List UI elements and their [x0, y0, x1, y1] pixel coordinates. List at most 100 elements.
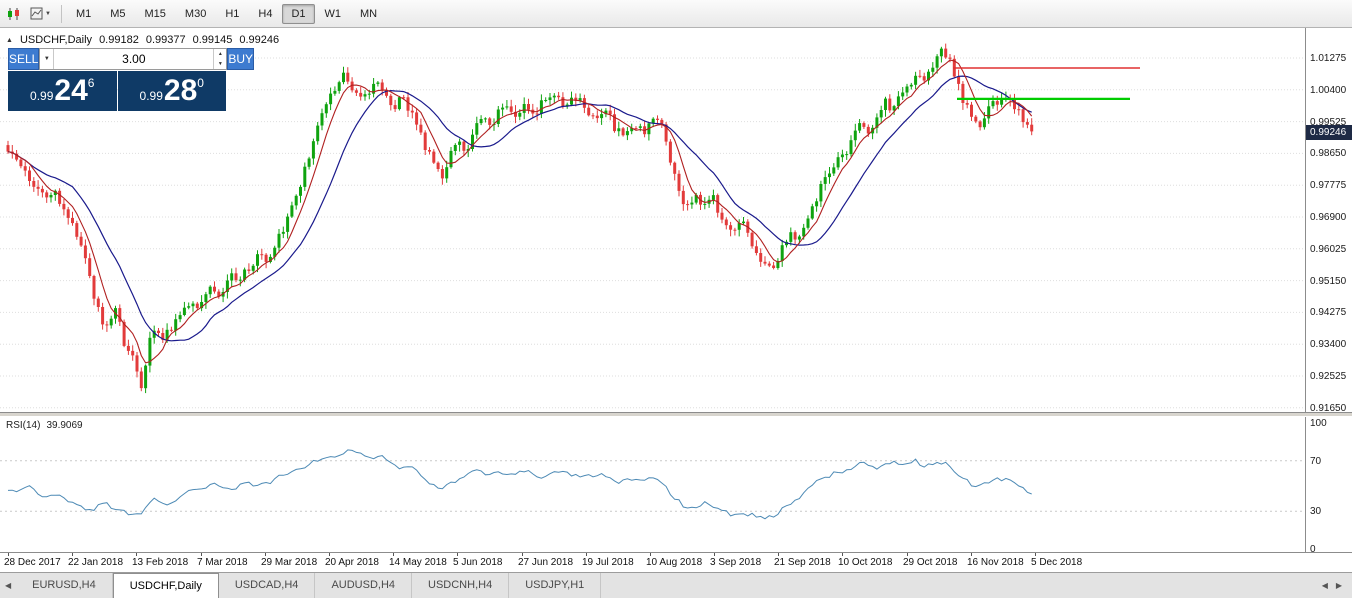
date-label: 22 Jan 2018 — [68, 557, 123, 568]
sell-price-pips: 24 — [54, 73, 87, 109]
volume-up-icon[interactable]: ▲ — [214, 49, 226, 59]
one-click-trading-panel: SELL ▼ ▲ ▼ BUY 0.99 24 6 0 — [8, 48, 226, 111]
price-tick-label: 1.01275 — [1310, 53, 1346, 64]
rsi-indicator-name: RSI(14) — [6, 420, 40, 431]
price-tick-label: 0.92525 — [1310, 371, 1346, 382]
date-label: 14 May 2018 — [389, 557, 447, 568]
date-axis[interactable]: 28 Dec 2017 22 Jan 2018 13 Feb 2018 7 Mar 2… — [0, 552, 1352, 572]
chart-style-icon[interactable]: ▼ — [26, 2, 55, 26]
rsi-indicator-canvas[interactable] — [0, 417, 1305, 552]
date-tick — [842, 553, 843, 556]
date-label: 20 Apr 2018 — [325, 557, 379, 568]
caret-down-icon: ▼ — [45, 11, 51, 17]
ohlc-open: 0.99182 — [99, 34, 139, 46]
candlestick-glyph — [7, 7, 21, 21]
tabs-scroll-left2-icon[interactable]: ◀ — [1322, 581, 1328, 590]
tab-usdcnh[interactable]: USDCNH,H4 — [412, 573, 509, 598]
tab-list: EURUSD,H4USDCHF,DailyUSDCAD,H4AUDUSD,H4U… — [16, 573, 601, 598]
price-tick-label: 1.00400 — [1310, 85, 1346, 96]
buy-price-pips: 28 — [164, 73, 197, 109]
date-tick — [8, 553, 9, 556]
tab-usdcad[interactable]: USDCAD,H4 — [219, 573, 316, 598]
price-tick-label: 0.97775 — [1310, 180, 1346, 191]
rsi-tick-label: 30 — [1310, 506, 1321, 517]
sell-price-point: 6 — [88, 76, 95, 90]
date-label: 7 Mar 2018 — [197, 557, 248, 568]
buy-price-display[interactable]: 0.99 28 0 — [118, 71, 227, 111]
date-tick — [586, 553, 587, 556]
buy-price-prefix: 0.99 — [140, 89, 163, 103]
timeframe-button-w1[interactable]: W1 — [316, 4, 351, 24]
sell-price-prefix: 0.99 — [30, 89, 53, 103]
tab-audusd[interactable]: AUDUSD,H4 — [315, 573, 412, 598]
date-tick — [714, 553, 715, 556]
price-tick-label: 0.94275 — [1310, 307, 1346, 318]
date-label: 21 Sep 2018 — [774, 557, 831, 568]
chart-area: ▲ USDCHF,Daily 0.99182 0.99377 0.99145 0… — [0, 28, 1352, 572]
rsi-indicator-value: 39.9069 — [46, 420, 82, 431]
mt4-window: ▼ M1M5M15M30H1H4D1W1MN ▲ USDCHF,Daily 0.… — [0, 0, 1352, 598]
timeframe-button-mn[interactable]: MN — [351, 4, 386, 24]
chart-title-row: ▲ USDCHF,Daily 0.99182 0.99377 0.99145 0… — [6, 34, 279, 46]
timeframe-button-m30[interactable]: M30 — [176, 4, 215, 24]
chart-tab-bar: ◀ EURUSD,H4USDCHF,DailyUSDCAD,H4AUDUSD,H… — [0, 572, 1352, 598]
timeframe-button-m5[interactable]: M5 — [101, 4, 134, 24]
date-tick — [971, 553, 972, 556]
date-tick — [136, 553, 137, 556]
timeframe-button-h4[interactable]: H4 — [249, 4, 281, 24]
date-tick — [265, 553, 266, 556]
collapse-icon[interactable]: ▲ — [6, 37, 13, 44]
date-tick — [393, 553, 394, 556]
ohlc-close: 0.99246 — [239, 34, 279, 46]
timeframe-toolbar: M1M5M15M30H1H4D1W1MN — [67, 4, 386, 24]
pane-divider[interactable] — [0, 412, 1352, 417]
date-label: 28 Dec 2017 — [4, 557, 61, 568]
ohlc-low: 0.99145 — [193, 34, 233, 46]
buy-button[interactable]: BUY — [227, 48, 254, 70]
rsi-tick-label: 70 — [1310, 456, 1321, 467]
date-label: 19 Jul 2018 — [582, 557, 634, 568]
volume-input[interactable] — [54, 49, 213, 69]
volume-down-icon[interactable]: ▼ — [214, 59, 226, 69]
sell-button[interactable]: SELL — [8, 48, 39, 70]
tabs-scroll-right-icon[interactable]: ▶ — [1336, 581, 1342, 590]
volume-spinner: ▲ ▼ — [213, 49, 226, 69]
ohlc-high: 0.99377 — [146, 34, 186, 46]
timeframe-button-m1[interactable]: M1 — [67, 4, 100, 24]
sell-price-display[interactable]: 0.99 24 6 — [8, 71, 117, 111]
timeframe-button-m15[interactable]: M15 — [136, 4, 175, 24]
tab-usdchf[interactable]: USDCHF,Daily — [113, 573, 219, 598]
price-tick-label: 0.96900 — [1310, 212, 1346, 223]
date-label: 3 Sep 2018 — [710, 557, 761, 568]
tab-eurusd[interactable]: EURUSD,H4 — [16, 573, 113, 598]
toolbar: ▼ M1M5M15M30H1H4D1W1MN — [0, 0, 1352, 28]
price-tick-label: 0.93400 — [1310, 339, 1346, 350]
date-label: 10 Aug 2018 — [646, 557, 702, 568]
toolbar-separator — [61, 5, 62, 23]
new-chart-icon[interactable] — [3, 2, 25, 26]
date-tick — [778, 553, 779, 556]
tabs-scroll-left-icon[interactable]: ◀ — [0, 573, 16, 598]
volume-dropdown-icon[interactable]: ▼ — [40, 49, 54, 69]
date-tick — [201, 553, 202, 556]
price-tick-label: 0.95150 — [1310, 276, 1346, 287]
date-tick — [907, 553, 908, 556]
current-price-badge: 0.99246 — [1306, 125, 1352, 140]
date-label: 29 Oct 2018 — [903, 557, 957, 568]
tabs-scroll-group: ◀ ▶ — [1312, 573, 1352, 598]
date-tick — [522, 553, 523, 556]
date-tick — [457, 553, 458, 556]
tab-usdjpy[interactable]: USDJPY,H1 — [509, 573, 601, 598]
price-scale[interactable]: 0.99246 1.012751.004000.995250.986500.97… — [1305, 28, 1352, 552]
timeframe-button-d1[interactable]: D1 — [282, 4, 314, 24]
date-label: 5 Jun 2018 — [453, 557, 503, 568]
date-label: 13 Feb 2018 — [132, 557, 188, 568]
date-tick — [650, 553, 651, 556]
date-label: 10 Oct 2018 — [838, 557, 892, 568]
chart-style-glyph — [30, 7, 43, 20]
date-label: 5 Dec 2018 — [1031, 557, 1082, 568]
price-tick-label: 0.96025 — [1310, 244, 1346, 255]
date-tick — [72, 553, 73, 556]
symbol-label: USDCHF,Daily — [20, 34, 92, 46]
timeframe-button-h1[interactable]: H1 — [216, 4, 248, 24]
